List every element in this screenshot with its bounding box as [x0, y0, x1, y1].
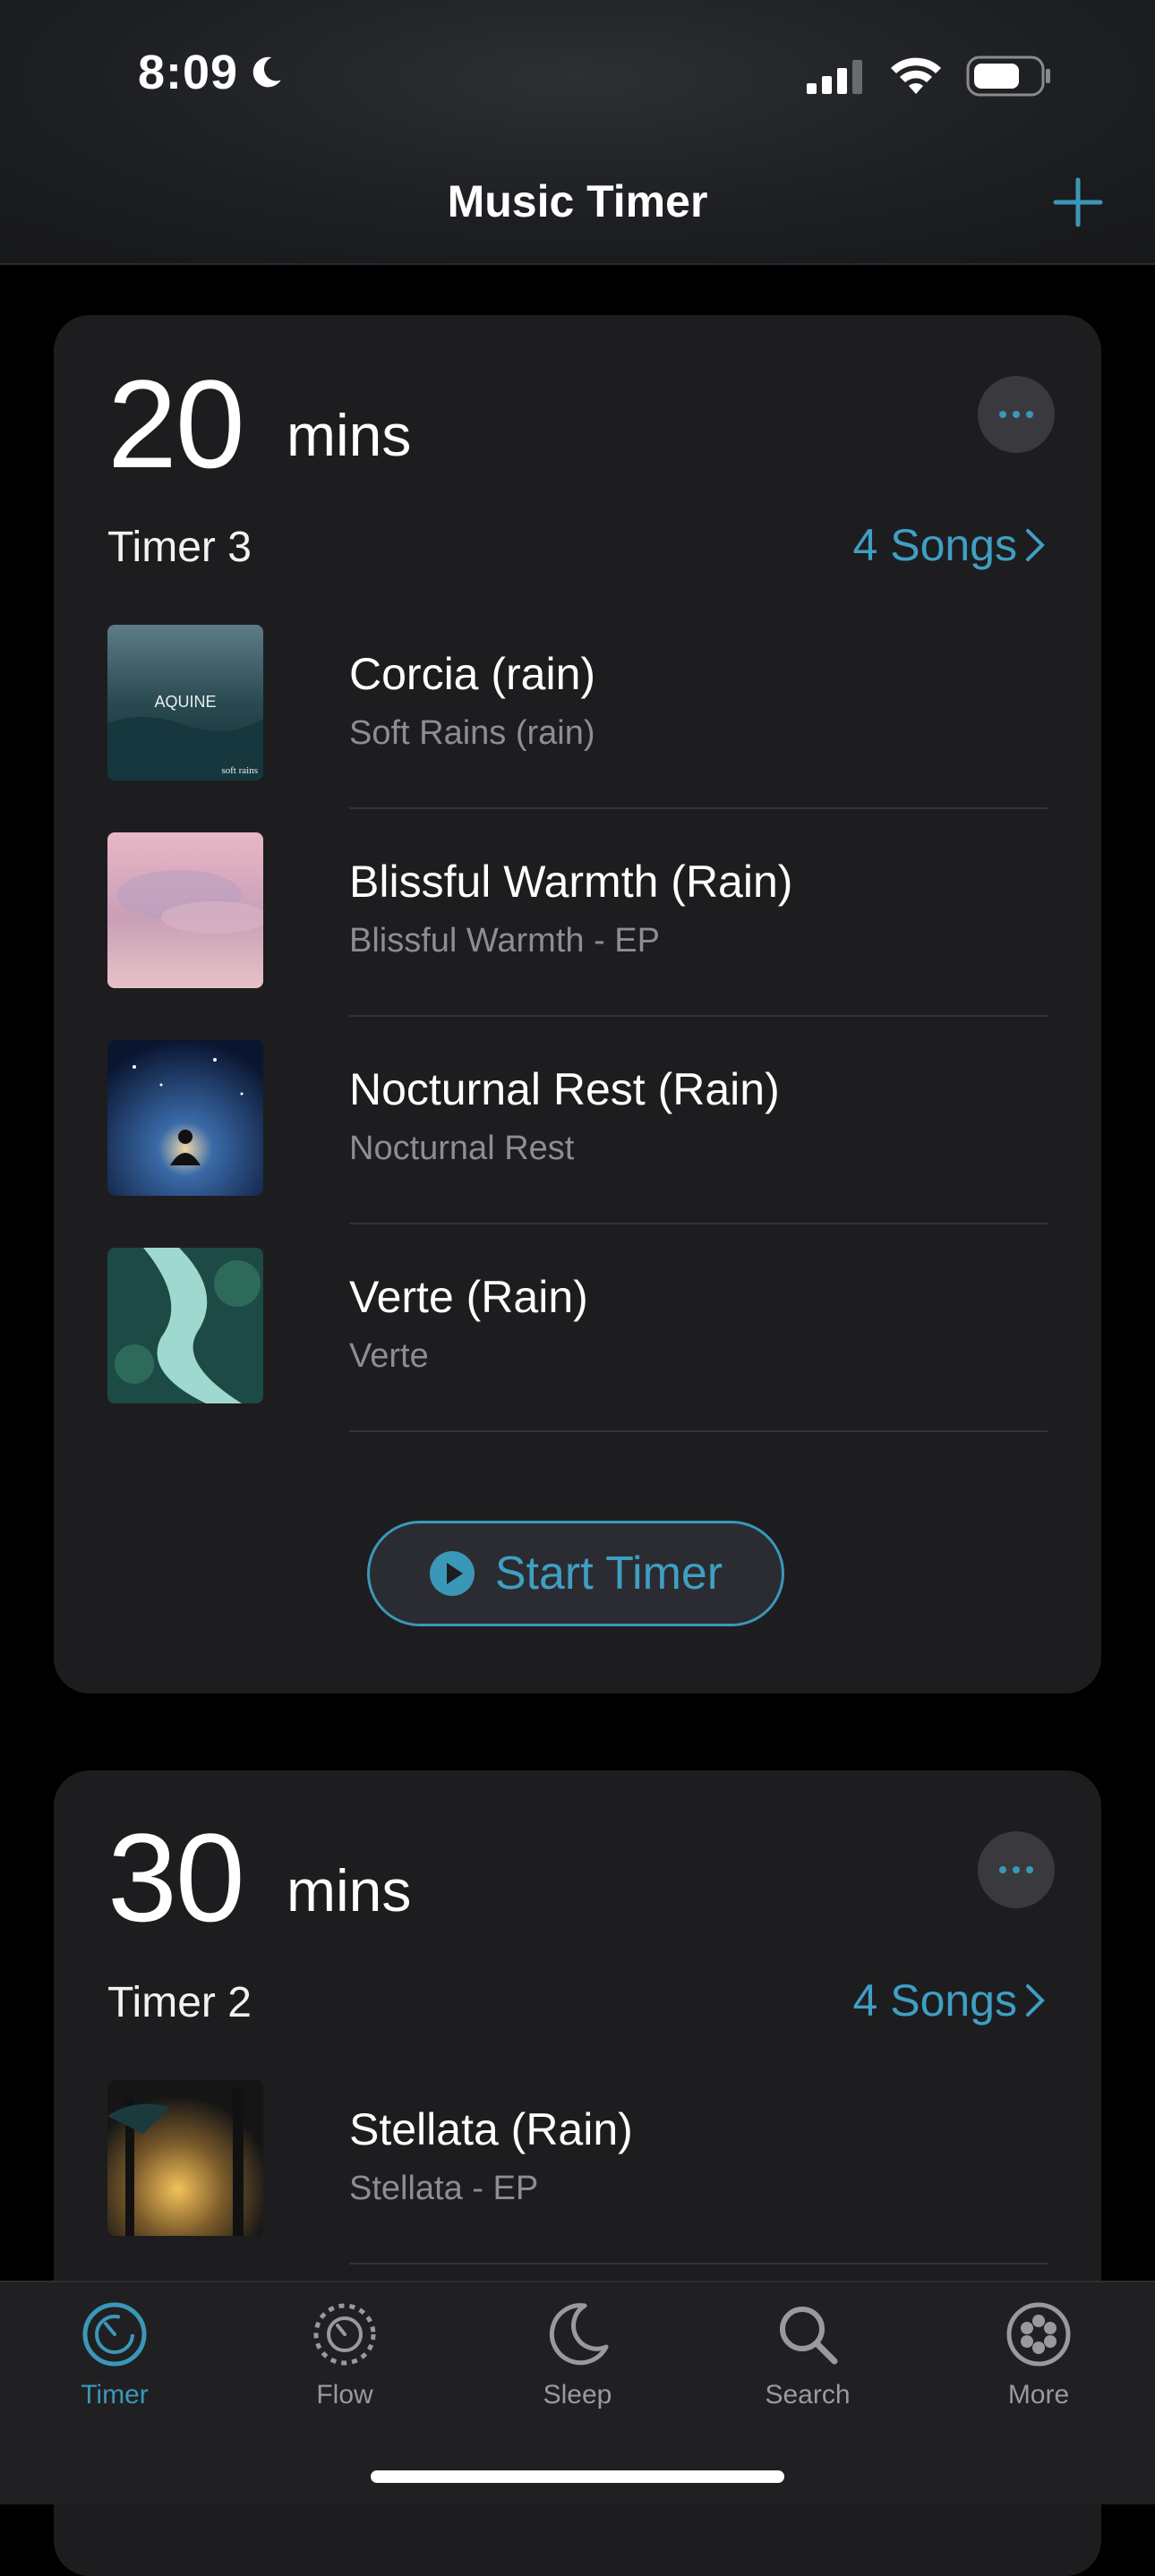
- tab-label: More: [1007, 2380, 1070, 2410]
- cellular-signal-icon: [807, 60, 862, 94]
- songs-link[interactable]: 4 Songs: [853, 519, 1048, 571]
- divider: [349, 1430, 1048, 1432]
- tab-label: Flow: [316, 2380, 373, 2410]
- songs-link-label: 4 Songs: [852, 520, 1017, 570]
- tab-flow[interactable]: Flow: [255, 2300, 434, 2410]
- song-album: Blissful Warmth - EP: [349, 922, 660, 960]
- chevron-right-icon: [1026, 1984, 1045, 2017]
- song-title: Corcia (rain): [349, 649, 596, 699]
- ellipsis-icon: [999, 1866, 1006, 1873]
- timer-name: Timer 3: [107, 524, 252, 571]
- moon-icon: [549, 2303, 609, 2366]
- ellipsis-icon: [999, 411, 1006, 418]
- album-art: AQUINE soft rains: [107, 625, 263, 780]
- tab-search[interactable]: Search: [718, 2300, 897, 2410]
- songs-link[interactable]: 4 Songs: [853, 1975, 1048, 2026]
- tab-timer[interactable]: Timer: [25, 2300, 204, 2410]
- tab-label: Search: [765, 2380, 851, 2410]
- status-time: 8:09: [138, 45, 285, 100]
- divider: [349, 807, 1048, 809]
- play-circle-icon: [429, 1551, 475, 1596]
- divider: [349, 2263, 1048, 2265]
- header: 8:09 Music Timer: [0, 0, 1155, 265]
- album-art: [107, 1248, 263, 1403]
- song-album: Verte: [349, 1337, 429, 1375]
- focus-moon-icon: [252, 56, 281, 88]
- battery-icon: [966, 55, 1050, 97]
- song-row[interactable]: Stellata (Rain) Stellata - EP: [107, 2080, 1048, 2288]
- song-row[interactable]: Nocturnal Rest (Rain) Nocturnal Rest: [107, 1040, 1048, 1248]
- chevron-right-icon: [1026, 529, 1045, 561]
- plus-icon[interactable]: [1051, 175, 1105, 229]
- divider: [349, 1015, 1048, 1017]
- timer-duration-value: 30: [107, 1807, 245, 1948]
- art-caption-text: soft rains: [221, 765, 258, 776]
- album-art: [107, 1040, 263, 1196]
- wifi-icon: [891, 57, 941, 94]
- song-album: Nocturnal Rest: [349, 1130, 575, 1167]
- timer-icon: [82, 2302, 147, 2367]
- song-row[interactable]: Verte (Rain) Verte: [107, 1248, 1048, 1455]
- more-icon: [1006, 2302, 1071, 2367]
- tab-more[interactable]: More: [949, 2300, 1128, 2410]
- status-time-text: 8:09: [138, 46, 239, 99]
- timer-name: Timer 2: [107, 1979, 252, 2026]
- status-indicators: [807, 55, 1052, 97]
- home-indicator: [371, 2470, 784, 2483]
- timer-duration-unit: mins: [287, 402, 412, 468]
- song-title: Nocturnal Rest (Rain): [349, 1064, 780, 1114]
- album-art: [107, 832, 263, 988]
- song-row[interactable]: Blissful Warmth (Rain) Blissful Warmth -…: [107, 832, 1048, 1040]
- timer-duration-value: 20: [107, 354, 245, 494]
- divider: [349, 1223, 1048, 1224]
- search-icon: [780, 2307, 838, 2365]
- song-row[interactable]: AQUINE soft rains Corcia (rain) Soft Rai…: [107, 625, 1048, 832]
- tab-label: Sleep: [543, 2380, 612, 2410]
- tab-sleep[interactable]: Sleep: [488, 2300, 667, 2410]
- song-album: Stellata - EP: [349, 2170, 539, 2207]
- start-timer-button[interactable]: Start Timer: [367, 1521, 784, 1626]
- more-options-button[interactable]: [978, 1831, 1055, 1908]
- flow-icon: [313, 2303, 376, 2366]
- page-title: Music Timer: [447, 176, 708, 226]
- song-album: Soft Rains (rain): [349, 714, 595, 752]
- song-title: Verte (Rain): [349, 1272, 588, 1322]
- song-title: Blissful Warmth (Rain): [349, 857, 793, 907]
- album-art: [107, 2080, 263, 2236]
- tab-label: Timer: [81, 2380, 149, 2410]
- timer-duration-unit: mins: [287, 1857, 412, 1923]
- timer-card: 20 mins Timer 3 4 Songs AQUINE soft rain…: [54, 315, 1101, 1693]
- art-brand-text: AQUINE: [154, 693, 216, 711]
- song-title: Stellata (Rain): [349, 2104, 633, 2154]
- songs-link-label: 4 Songs: [852, 1975, 1017, 2026]
- start-timer-label: Start Timer: [494, 1548, 723, 1599]
- more-options-button[interactable]: [978, 376, 1055, 453]
